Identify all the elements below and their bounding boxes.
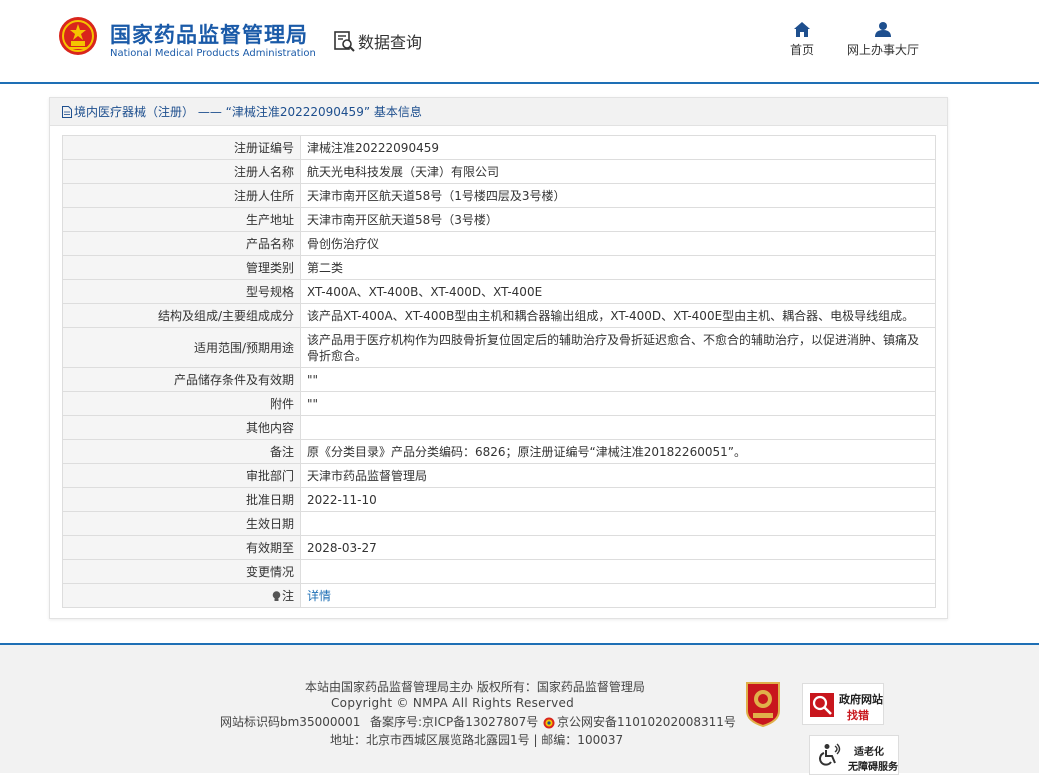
footer-address: 地址：北京市西城区展览路北露园1号 | 邮编：100037 — [330, 733, 624, 747]
nav-online-service-hall[interactable]: 网上办事大厅 — [838, 22, 928, 58]
field-value: 该产品XT-400A、XT-400B型由主机和耦合器输出组成，XT-400D、X… — [300, 303, 936, 328]
table-row: 结构及组成/主要组成成分 该产品XT-400A、XT-400B型由主机和耦合器输出… — [62, 303, 936, 328]
field-key: 变更情况 — [62, 559, 301, 584]
data-query-icon[interactable] — [333, 30, 355, 52]
gov-website-error-report-badge[interactable]: 政府网站 找错 — [802, 683, 884, 725]
footer-police-text: 京公网安备11010202008311号 — [557, 715, 736, 729]
details-link[interactable]: 详情 — [307, 589, 331, 603]
field-key: 产品储存条件及有效期 — [62, 367, 301, 392]
field-value: XT-400A、XT-400B、XT-400D、XT-400E — [300, 279, 936, 304]
field-key: 有效期至 — [62, 535, 301, 560]
field-value: "" — [300, 391, 936, 416]
field-key: 其他内容 — [62, 415, 301, 440]
note-label: 注 — [281, 589, 294, 603]
field-value: "" — [300, 367, 936, 392]
field-key: 生产地址 — [62, 207, 301, 232]
access-badge-subtitle: 无障碍服务 — [848, 762, 898, 773]
record-table: 注册证编号 津械注准20222090459 注册人名称 航天光电科技发展（天津）有限… — [62, 135, 936, 608]
table-row: 注 详情 — [62, 583, 936, 608]
home-icon — [794, 22, 810, 37]
gov-badge-subtitle: 找错 — [847, 709, 869, 722]
field-value — [300, 511, 936, 536]
field-value: 天津市药品监督管理局 — [300, 463, 936, 488]
field-key: 适用范围/预期用途 — [62, 327, 301, 368]
site-footer: 本站由国家药品监督管理局主办 版权所有：国家药品监督管理局 Copyright … — [0, 643, 1039, 775]
table-row: 有效期至 2028-03-27 — [62, 535, 936, 560]
document-icon — [62, 106, 72, 118]
gov-badge-title: 政府网站 — [839, 693, 883, 706]
field-key: 注册人名称 — [62, 159, 301, 184]
field-key: 生效日期 — [62, 511, 301, 536]
field-value: 骨创伤治疗仪 — [300, 231, 936, 256]
table-row: 注册人住所 天津市南开区航天道58号（1号楼四层及3号楼） — [62, 183, 936, 208]
table-row: 注册人名称 航天光电科技发展（天津）有限公司 — [62, 159, 936, 184]
lightbulb-icon — [272, 591, 281, 601]
table-row: 适用范围/预期用途 该产品用于医疗机构作为四肢骨折复位固定后的辅助治疗及骨折延迟愈… — [62, 327, 936, 368]
footer-police-record[interactable]: 京公网安备11010202008311号 — [543, 713, 736, 730]
table-row: 变更情况 — [62, 559, 936, 584]
field-value: 天津市南开区航天道58号（1号楼四层及3号楼） — [300, 183, 936, 208]
data-query-label[interactable]: 数据查询 — [358, 29, 422, 53]
field-value — [300, 559, 936, 584]
nav-home[interactable]: 首页 — [780, 22, 824, 58]
table-row: 审批部门 天津市药品监督管理局 — [62, 463, 936, 488]
field-value: 第二类 — [300, 255, 936, 280]
field-key-note: 注 — [62, 583, 301, 608]
field-value: 2022-11-10 — [300, 487, 936, 512]
table-row: 附件 "" — [62, 391, 936, 416]
footer-icp-link[interactable]: 备案序号:京ICP备13027807号 — [370, 713, 538, 730]
field-value: 天津市南开区航天道58号（3号楼） — [300, 207, 936, 232]
field-value: 原《分类目录》产品分类编码：6826；原注册证编号“津械注准2018226005… — [300, 439, 936, 464]
field-value-note: 详情 — [300, 583, 936, 608]
field-key: 批准日期 — [62, 487, 301, 512]
table-row: 型号规格 XT-400A、XT-400B、XT-400D、XT-400E — [62, 279, 936, 304]
field-value: 该产品用于医疗机构作为四肢骨折复位固定后的辅助治疗及骨折延迟愈合、不愈合的辅助治… — [300, 327, 936, 368]
table-row: 备注 原《分类目录》产品分类编码：6826；原注册证编号“津械注准20182260… — [62, 439, 936, 464]
table-row: 其他内容 — [62, 415, 936, 440]
field-key: 附件 — [62, 391, 301, 416]
field-value — [300, 415, 936, 440]
panel-title-bar: 境内医疗器械（注册） —— “津械注准20222090459” 基本信息 — [50, 98, 947, 126]
field-key: 审批部门 — [62, 463, 301, 488]
table-row: 产品名称 骨创伤治疗仪 — [62, 231, 936, 256]
record-panel: 境内医疗器械（注册） —— “津械注准20222090459” 基本信息 注册证… — [49, 97, 948, 619]
table-row: 批准日期 2022-11-10 — [62, 487, 936, 512]
field-key: 管理类别 — [62, 255, 301, 280]
field-key: 产品名称 — [62, 231, 301, 256]
field-value: 2028-03-27 — [300, 535, 936, 560]
access-badge-title: 适老化 — [854, 747, 884, 758]
footer-sponsor-text: 本站由国家药品监督管理局主办 版权所有：国家药品监督管理局 — [305, 680, 645, 694]
site-subtitle: National Medical Products Administration — [110, 48, 316, 59]
footer-copyright: Copyright © NMPA All Rights Reserved — [331, 696, 575, 710]
national-emblem-icon[interactable] — [58, 16, 98, 56]
user-icon — [875, 22, 891, 37]
panel-title: 境内医疗器械（注册） —— “津械注准20222090459” 基本信息 — [74, 105, 422, 119]
table-row: 产品储存条件及有效期 "" — [62, 367, 936, 392]
nav-hall-label: 网上办事大厅 — [846, 43, 919, 57]
field-key: 备注 — [62, 439, 301, 464]
field-key: 型号规格 — [62, 279, 301, 304]
field-value: 航天光电科技发展（天津）有限公司 — [300, 159, 936, 184]
police-emblem-icon — [543, 717, 555, 729]
accessibility-service-badge[interactable]: 适老化 无障碍服务 — [809, 735, 899, 775]
field-key: 注册人住所 — [62, 183, 301, 208]
site-title[interactable]: 国家药品监督管理局 — [110, 19, 308, 49]
field-key: 结构及组成/主要组成成分 — [62, 303, 301, 328]
table-row: 生效日期 — [62, 511, 936, 536]
table-row: 注册证编号 津械注准20222090459 — [62, 135, 936, 160]
footer-site-id: 网站标识码bm35000001 — [220, 715, 361, 729]
table-row: 生产地址 天津市南开区航天道58号（3号楼） — [62, 207, 936, 232]
table-row: 管理类别 第二类 — [62, 255, 936, 280]
site-header: 国家药品监督管理局 National Medical Products Admi… — [0, 0, 1039, 84]
accessibility-icon — [819, 743, 841, 766]
field-value: 津械注准20222090459 — [300, 135, 936, 160]
search-error-icon — [810, 693, 834, 717]
field-key: 注册证编号 — [62, 135, 301, 160]
nav-home-label: 首页 — [789, 43, 814, 57]
party-org-badge-icon[interactable] — [743, 681, 783, 727]
